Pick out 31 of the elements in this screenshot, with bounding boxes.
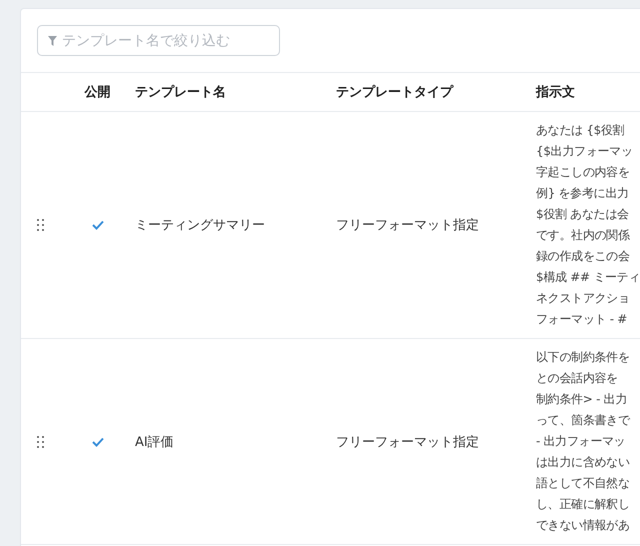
column-header: テンプレート名 [135,84,226,101]
column-header: 指示文 [536,84,575,101]
instruction-text: 録の作成をこの会 [536,248,631,265]
filter-field[interactable]: テンプレート名で絞り込む [37,25,280,56]
instruction-text: って、箇条書きで [536,412,632,429]
drag-handle-icon[interactable] [37,436,44,448]
instruction-text: し、正確に解釈し [536,496,631,513]
instruction-text: できない情報があ [536,517,631,534]
column-header: 公開 [84,84,110,101]
instruction-text: は出力に含めない [536,454,631,471]
table-cell-text: フリーフォーマット指定 [336,217,480,234]
table-cell-text: フリーフォーマット指定 [336,434,480,450]
instruction-text: 制約条件> - 出力 [536,391,628,408]
instruction-text: です。社内の関係 [536,227,631,244]
instruction-text: $構成 ## ミーティ [536,269,640,286]
instruction-text: $役割 あなたは会 [536,206,630,223]
instruction-text: 例} を参考に出力 [536,185,630,202]
instruction-text: あなたは {$役割 [536,122,626,139]
filter-icon [48,36,57,46]
instruction-text: 語として不自然な [536,475,631,492]
instruction-text: - 出力フォーマッ [536,433,626,450]
column-header: テンプレートタイプ [336,84,453,101]
instruction-text: との会話内容を [536,370,619,387]
instruction-text: 字起こしの内容を [536,164,631,181]
instruction-text: 以下の制約条件を [536,349,631,366]
table-cell-text: ミーティングサマリー [135,217,266,234]
table-cell-text: AI評価 [135,434,175,450]
instruction-text: ネクストアクショ [536,290,631,307]
drag-handle-icon[interactable] [37,219,44,231]
instruction-text: フォーマット - # [536,311,628,328]
instruction-text: {$出力フォーマッ [536,143,634,160]
